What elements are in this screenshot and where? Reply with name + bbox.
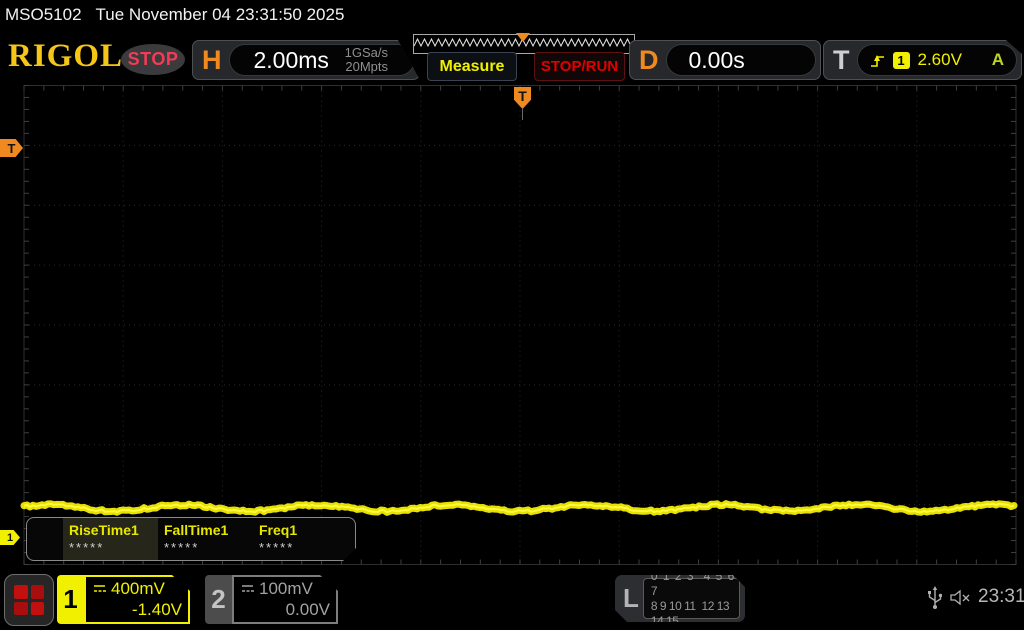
horizontal-label: H [193, 45, 229, 76]
menu-button[interactable] [4, 574, 54, 626]
measurement-value: ***** [259, 540, 348, 555]
channel1-number: 1 [57, 575, 84, 624]
channel1-button[interactable]: 1 400mV -1.40V [57, 575, 190, 624]
rigol-logo: RIGOL [8, 38, 123, 75]
rising-edge-icon [870, 53, 885, 68]
sample-rate: 1GSa/s [345, 46, 388, 60]
logic-row1-group2: 4 5 6 7 [651, 569, 735, 598]
trigger-level-value: 2.60V [918, 50, 962, 70]
run-state-indicator: STOP [121, 44, 185, 75]
measurement-value: ***** [164, 540, 253, 555]
usb-icon [928, 586, 942, 610]
delay-panel[interactable]: D 0.00s [629, 40, 821, 80]
measurement-value: ***** [69, 540, 158, 555]
stop-run-button[interactable]: STOP/RUN [534, 52, 625, 81]
channel2-button[interactable]: 2 100mV 0.00V [205, 575, 338, 624]
logic-channels: 0 1 2 34 5 6 7 8 9 10 1112 13 14 15 [643, 578, 740, 619]
memory-depth: 20Mpts [345, 60, 388, 74]
delay-pill[interactable]: 0.00s [666, 44, 817, 76]
channel1-scale: 400mV [111, 579, 165, 599]
delay-value: 0.00s [689, 47, 816, 74]
measurement-freq[interactable]: Freq1 ***** [253, 518, 348, 560]
channel2-scale: 100mV [259, 579, 313, 599]
measurement-label: Freq1 [259, 522, 348, 538]
status-bar: MSO5102 Tue November 04 23:31:50 2025 [0, 0, 1024, 30]
trigger-source-badge: 1 [893, 52, 910, 69]
measure-button[interactable]: Measure [427, 52, 517, 81]
waveform-display-area[interactable] [0, 85, 1024, 565]
speaker-muted-icon[interactable] [950, 589, 972, 606]
timebase-pill[interactable]: 2.00ms 1GSa/s 20Mpts [229, 44, 416, 76]
acquisition-info: 1GSa/s 20Mpts [345, 46, 388, 74]
channel1-offset: -1.40V [92, 600, 182, 620]
logic-label: L [615, 583, 643, 614]
measurement-risetime[interactable]: RiseTime1 ***** [63, 518, 158, 560]
channel2-number: 2 [205, 575, 232, 624]
memory-trigger-position-icon [516, 33, 530, 42]
trigger-label: T [824, 45, 857, 76]
channel2-offset: 0.00V [240, 600, 330, 620]
trigger-panel[interactable]: T 1 2.60V A [823, 40, 1022, 80]
measurement-falltime[interactable]: FallTime1 ***** [158, 518, 253, 560]
clock-text: 23:31 [978, 586, 1024, 608]
measurements-panel[interactable]: RiseTime1 ***** FallTime1 ***** Freq1 **… [26, 517, 356, 561]
logic-row1-group1: 0 1 2 3 [651, 569, 695, 583]
horizontal-panel[interactable]: H 2.00ms 1GSa/s 20Mpts [192, 40, 420, 80]
trigger-position-line [522, 108, 523, 120]
measurement-label: RiseTime1 [69, 522, 158, 538]
delay-label: D [630, 45, 666, 76]
model-name: MSO5102 [5, 5, 82, 25]
measurement-label: FallTime1 [164, 522, 253, 538]
channel2-settings: 100mV 0.00V [232, 575, 338, 624]
logic-analyzer-button[interactable]: L 0 1 2 34 5 6 7 8 9 10 1112 13 14 15 [615, 575, 745, 622]
datetime-text: Tue November 04 23:31:50 2025 [96, 5, 345, 25]
timebase-value: 2.00ms [254, 47, 345, 74]
dc-coupling-icon [240, 583, 255, 595]
logic-row2-group1: 8 9 10 11 [651, 599, 696, 613]
trigger-pill[interactable]: 1 2.60V A [857, 44, 1018, 76]
menu-grid-icon [14, 585, 44, 615]
trigger-mode: A [992, 50, 1004, 70]
dc-coupling-icon [92, 583, 107, 595]
channel1-settings: 400mV -1.40V [84, 575, 190, 624]
